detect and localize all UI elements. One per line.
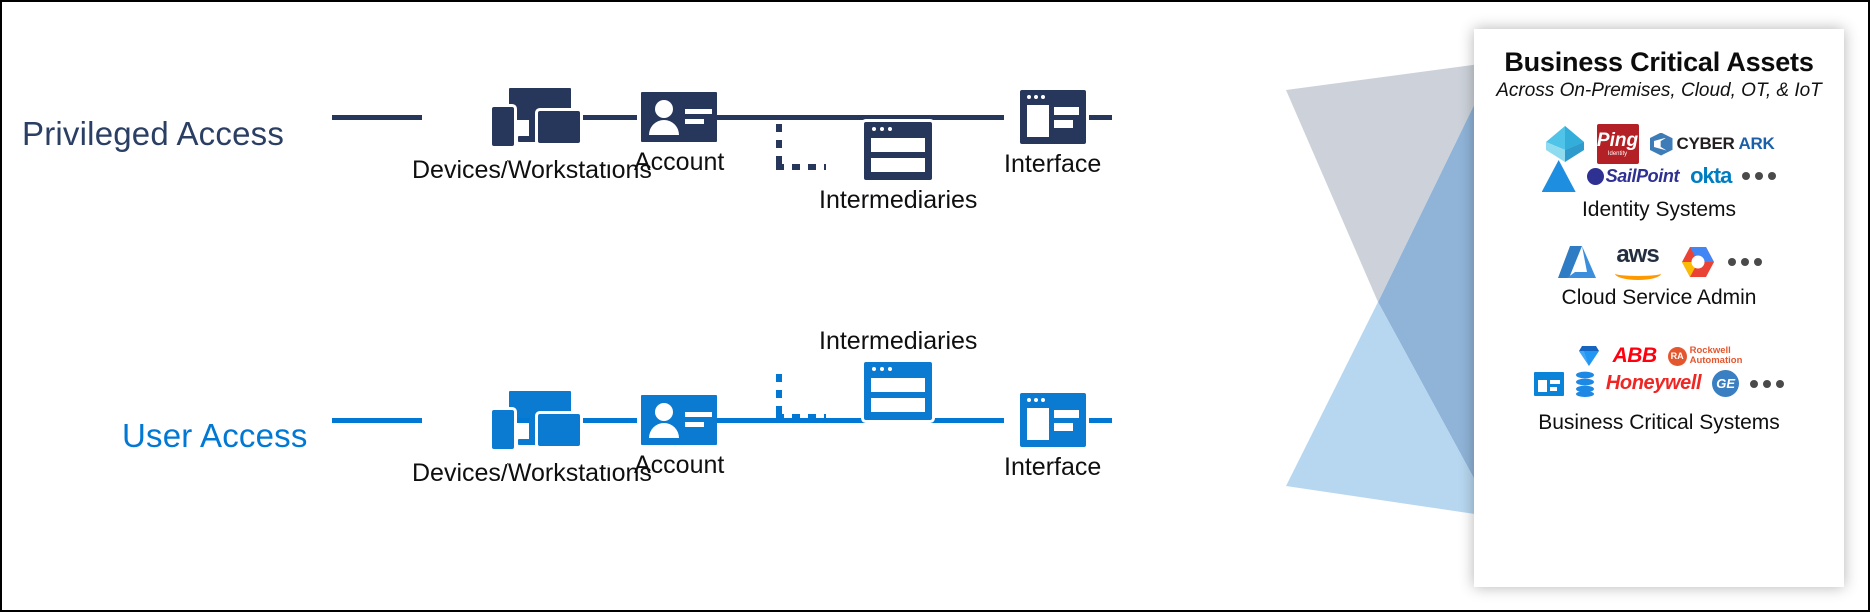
flow-line-priv-1 <box>332 115 422 120</box>
ping-identity-icon: Ping Identity <box>1596 124 1639 164</box>
interface-window-icon <box>1019 90 1086 144</box>
node-priv-devices[interactable]: Devices/Workstations <box>412 88 652 185</box>
node-caption: Devices/Workstations <box>412 156 652 184</box>
id-card-icon <box>641 92 718 142</box>
identity-logo-row-2: SailPoint okta <box>1474 160 1844 192</box>
identity-logo-row-1: Ping Identity CYBER ARK <box>1474 124 1844 164</box>
database-icon <box>1575 371 1595 397</box>
row-label-privileged-access: Privileged Access <box>22 115 285 152</box>
okta-icon: okta <box>1690 163 1732 188</box>
google-cloud-icon <box>1679 245 1717 279</box>
diagram-frame: Privileged Access Devices/Workstations A… <box>0 0 1870 612</box>
node-caption: Intermediaries <box>819 186 978 214</box>
funnel-shape <box>1286 62 1495 517</box>
ping-text: Ping <box>1596 130 1639 151</box>
node-caption: Interface <box>1004 453 1102 481</box>
group-business-critical-systems: ABB RA Rockwell Automation Honeywell GE … <box>1474 344 1844 435</box>
honeywell-icon: Honeywell <box>1605 372 1702 394</box>
devices-icon <box>491 88 611 162</box>
panel-subtitle: Across On-Premises, Cloud, OT, & IoT <box>1496 80 1822 101</box>
node-priv-interface[interactable]: Interface <box>1004 90 1101 179</box>
node-user-intermediaries[interactable]: Intermediaries <box>819 327 977 420</box>
devices-icon <box>491 391 611 465</box>
group-identity-systems: Ping Identity CYBER ARK SailPoint okta I… <box>1474 124 1844 222</box>
identity-ellipsis-icon <box>1742 172 1777 180</box>
flow-line-priv-3 <box>714 115 1004 120</box>
node-priv-intermediaries[interactable]: Intermediaries <box>819 122 977 215</box>
rockwell-automation-icon: RA Rockwell Automation <box>1667 346 1743 366</box>
ge-icon: GE <box>1712 370 1740 397</box>
id-card-icon <box>641 395 718 445</box>
window-icon <box>864 362 933 420</box>
flow-line-user-1 <box>332 418 422 423</box>
node-caption: Account <box>634 451 725 479</box>
business-critical-assets-panel: Business Critical Assets Across On-Premi… <box>1474 29 1844 587</box>
cyberark-text-2: ARK <box>1738 134 1775 153</box>
ping-subtext: Identity <box>1607 151 1628 157</box>
rockwell-mark-icon: RA <box>1667 346 1687 366</box>
node-priv-account[interactable]: Account <box>634 92 724 177</box>
node-caption: Intermediaries <box>819 327 978 355</box>
cyberark-mark-icon <box>1649 132 1673 156</box>
pyramid-identity-icon <box>1541 160 1576 192</box>
bcs-logo-row-1: ABB RA Rockwell Automation <box>1474 344 1844 368</box>
window-app-icon <box>1533 371 1564 396</box>
rockwell-line-2: Automation <box>1689 355 1743 366</box>
node-caption: Account <box>634 148 725 176</box>
aws-icon: aws <box>1608 241 1668 280</box>
sailpoint-text: SailPoint <box>1605 165 1680 186</box>
node-caption: Interface <box>1004 150 1102 178</box>
cloud-ellipsis-icon <box>1727 258 1762 266</box>
aws-text: aws <box>1616 241 1659 269</box>
azure-ad-icon <box>1544 124 1586 164</box>
sailpoint-mark-icon <box>1586 167 1604 185</box>
window-icon <box>864 122 933 180</box>
aws-smile-icon <box>1614 265 1661 280</box>
bcs-logo-row-2: Honeywell GE <box>1474 370 1844 397</box>
node-caption: Devices/Workstations <box>412 459 652 487</box>
row-label-user-access: User Access <box>122 417 308 454</box>
panel-title: Business Critical Assets <box>1504 47 1814 77</box>
gem-icon <box>1576 344 1602 368</box>
azure-icon <box>1557 244 1597 280</box>
node-user-devices[interactable]: Devices/Workstations <box>412 391 652 488</box>
sailpoint-icon: SailPoint <box>1586 165 1680 187</box>
cyberark-icon: CYBER ARK <box>1649 132 1775 156</box>
cloud-logo-row: aws <box>1474 241 1844 280</box>
bcs-ellipsis-icon <box>1750 379 1785 388</box>
node-user-account[interactable]: Account <box>634 395 724 480</box>
group-cloud-service-admin: aws Cloud Service Admin <box>1474 241 1844 310</box>
rockwell-text: Rockwell Automation <box>1690 346 1743 366</box>
cyberark-text-1: CYBER <box>1676 134 1735 153</box>
group-label-cloud-service-admin: Cloud Service Admin <box>1561 286 1757 309</box>
group-label-business-critical-systems: Business Critical Systems <box>1538 411 1780 434</box>
diagram-canvas: Privileged Access Devices/Workstations A… <box>2 2 1868 610</box>
interface-window-icon <box>1019 393 1086 447</box>
abb-icon: ABB <box>1612 344 1658 367</box>
node-user-interface[interactable]: Interface <box>1004 393 1101 482</box>
group-label-identity-systems: Identity Systems <box>1581 198 1737 221</box>
